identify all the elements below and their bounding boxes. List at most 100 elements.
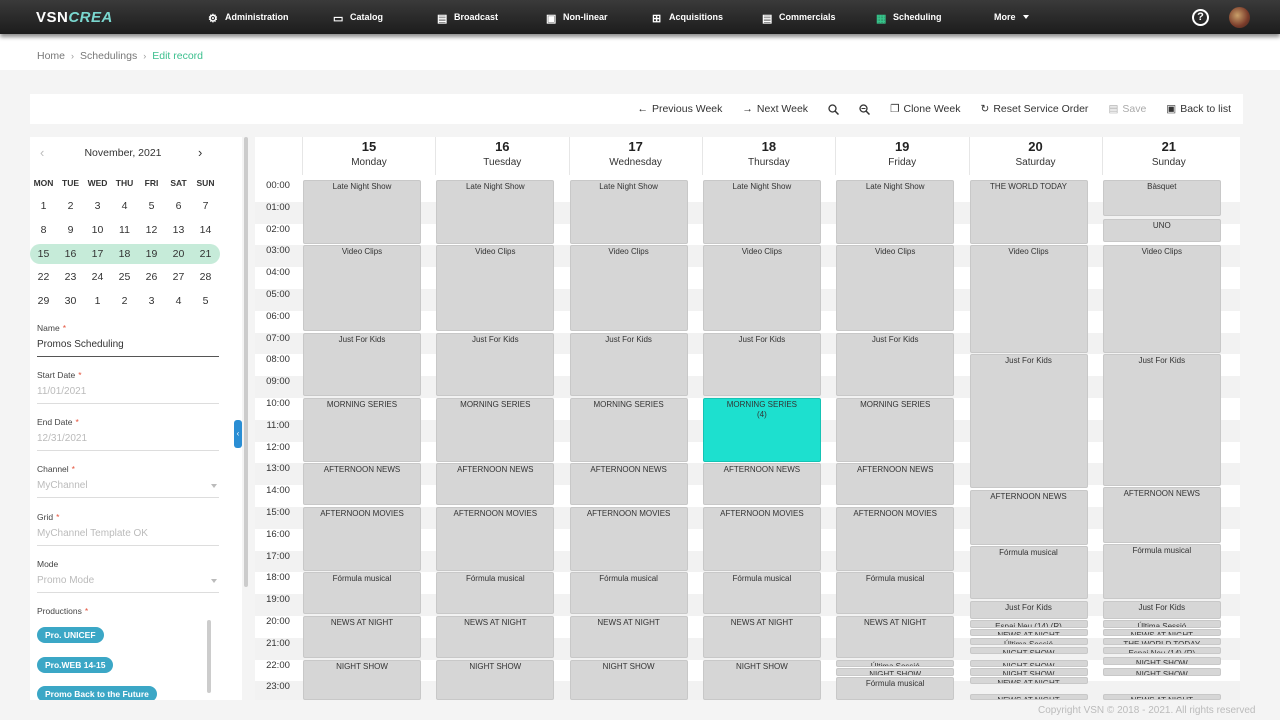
calendar-day[interactable]: 24 xyxy=(84,271,111,283)
program-block[interactable]: Fórmula musical xyxy=(836,572,955,615)
end-date-input[interactable]: 12/31/2021 xyxy=(37,433,219,451)
program-block[interactable]: Fórmula musical xyxy=(836,677,955,700)
nav-item-commercials[interactable]: ▤ Commercials xyxy=(762,0,836,34)
calendar-day[interactable]: 5 xyxy=(192,295,219,307)
calendar-day[interactable]: 23 xyxy=(57,271,84,283)
production-chip[interactable]: Promo Back to the Future xyxy=(37,686,157,700)
program-block[interactable]: Bàsquet xyxy=(1102,180,1221,216)
calendar-day[interactable]: 9 xyxy=(57,224,84,236)
zoom-in-button[interactable] xyxy=(828,103,840,115)
program-block[interactable]: Espai Neu (14) (R) xyxy=(1102,646,1221,654)
zoom-out-button[interactable] xyxy=(859,103,871,115)
calendar-day[interactable]: 16 xyxy=(57,248,84,260)
program-block[interactable]: AFTERNOON MOVIES xyxy=(702,507,821,571)
program-block[interactable]: NEWS AT NIGHT xyxy=(969,677,1088,685)
program-block[interactable]: NEWS AT NIGHT xyxy=(569,616,688,659)
production-chip[interactable]: Pro. UNICEF xyxy=(37,627,104,643)
program-block[interactable]: Video Clips xyxy=(702,245,821,332)
back-to-list-button[interactable]: ▣ Back to list xyxy=(1166,103,1231,115)
program-block[interactable]: Espai Neu (14) (R) xyxy=(969,620,1088,628)
grid-input[interactable]: MyChannel Template OK xyxy=(37,528,219,546)
program-block[interactable]: Just For Kids xyxy=(1102,354,1221,486)
calendar-day[interactable]: 14 xyxy=(192,224,219,236)
calendar-day[interactable]: 15 xyxy=(30,248,57,260)
user-avatar[interactable] xyxy=(1229,7,1250,28)
program-block[interactable]: NEWS AT NIGHT xyxy=(436,616,555,659)
calendar-week-row[interactable]: 15 16 17 18 19 20 21 xyxy=(30,243,220,264)
program-block[interactable]: NIGHT SHOW xyxy=(1102,668,1221,676)
calendar-day[interactable]: 11 xyxy=(111,224,138,236)
calendar-day[interactable]: 27 xyxy=(165,271,192,283)
calendar-day[interactable]: 20 xyxy=(165,248,192,260)
nav-item-catalog[interactable]: ▭ Catalog xyxy=(333,0,383,34)
next-week-button[interactable]: → Next Week xyxy=(742,103,808,115)
program-block[interactable]: Video Clips xyxy=(569,245,688,332)
program-block[interactable]: AFTERNOON NEWS xyxy=(969,489,1088,545)
program-block[interactable]: AFTERNOON MOVIES xyxy=(569,507,688,571)
previous-week-button[interactable]: ← Previous Week xyxy=(637,103,722,115)
program-block[interactable]: Just For Kids xyxy=(836,332,955,397)
nav-item-broadcast[interactable]: ▤ Broadcast xyxy=(437,0,498,34)
productions-scrollbar[interactable] xyxy=(207,620,211,693)
nav-item-administration[interactable]: ⚙ Administration xyxy=(208,0,289,34)
program-block[interactable]: NEWS AT NIGHT xyxy=(969,629,1088,637)
program-block[interactable]: Video Clips xyxy=(836,245,955,332)
program-block[interactable]: NIGHT SHOW xyxy=(569,659,688,700)
program-block[interactable]: NIGHT SHOW xyxy=(702,659,821,700)
program-block[interactable]: Video Clips xyxy=(436,245,555,332)
mode-select[interactable]: Promo Mode xyxy=(37,575,219,593)
calendar-day[interactable]: 2 xyxy=(111,295,138,307)
program-block[interactable]: AFTERNOON MOVIES xyxy=(303,507,421,571)
program-block[interactable]: Late Night Show xyxy=(436,180,555,244)
reset-service-order-button[interactable]: ↻ Reset Service Order xyxy=(981,103,1089,115)
breadcrumb-schedulings[interactable]: Schedulings xyxy=(80,50,137,62)
help-icon[interactable]: ? xyxy=(1192,9,1209,26)
program-block[interactable]: NIGHT SHOW xyxy=(303,659,421,700)
calendar-day[interactable]: 29 xyxy=(30,295,57,307)
calendar-day[interactable]: 10 xyxy=(84,224,111,236)
calendar-day[interactable]: 25 xyxy=(111,271,138,283)
program-block[interactable]: NIGHT SHOW xyxy=(969,659,1088,667)
program-block[interactable]: Última Sessió xyxy=(1102,620,1221,628)
calendar-day[interactable]: 3 xyxy=(84,200,111,212)
calendar-day[interactable]: 18 xyxy=(111,248,138,260)
program-block[interactable]: MORNING SERIES xyxy=(836,398,955,462)
program-block[interactable]: MORNING SERIES xyxy=(303,398,421,462)
calendar-week-row[interactable]: 22 23 24 25 26 27 28 xyxy=(30,266,220,290)
save-button[interactable]: ▤ Save xyxy=(1108,103,1146,115)
program-block[interactable]: Late Night Show xyxy=(569,180,688,244)
program-block[interactable]: Fórmula musical xyxy=(1102,544,1221,600)
program-block[interactable]: Video Clips xyxy=(969,245,1088,353)
calendar-day[interactable]: 30 xyxy=(57,295,84,307)
program-block[interactable]: NIGHT SHOW xyxy=(436,659,555,700)
program-block[interactable]: NEWS AT NIGHT xyxy=(836,616,955,659)
program-block[interactable]: NIGHT SHOW xyxy=(836,668,955,676)
nav-item-more[interactable]: More xyxy=(994,0,1029,34)
program-block[interactable]: Fórmula musical xyxy=(969,546,1088,600)
program-block[interactable]: THE WORLD TODAY xyxy=(969,180,1088,244)
calendar-day[interactable]: 12 xyxy=(138,224,165,236)
program-block[interactable]: THE WORLD TODAY xyxy=(1102,637,1221,646)
calendar-day[interactable]: 4 xyxy=(111,200,138,212)
program-block[interactable]: AFTERNOON MOVIES xyxy=(836,507,955,571)
calendar-day[interactable]: 1 xyxy=(84,295,111,307)
calendar-day[interactable]: 13 xyxy=(165,224,192,236)
program-block[interactable]: Just For Kids xyxy=(436,332,555,397)
program-block[interactable]: Fórmula musical xyxy=(702,572,821,615)
calendar-day[interactable]: 21 xyxy=(192,248,219,260)
program-block[interactable]: MORNING SERIES xyxy=(436,398,555,462)
program-block[interactable]: NIGHT SHOW xyxy=(969,646,1088,654)
calendar-day[interactable]: 5 xyxy=(138,200,165,212)
calendar-day[interactable]: 17 xyxy=(84,248,111,260)
start-date-input[interactable]: 11/01/2021 xyxy=(37,386,219,404)
program-block[interactable]: MORNING SERIES xyxy=(569,398,688,462)
program-block[interactable]: Late Night Show xyxy=(702,180,821,244)
program-block[interactable]: Última Sessió xyxy=(969,637,1088,646)
nav-item-acquisitions[interactable]: ⊞ Acquisitions xyxy=(652,0,723,34)
calendar-day[interactable]: 22 xyxy=(30,271,57,283)
program-block[interactable]: Video Clips xyxy=(1102,245,1221,353)
program-block[interactable]: AFTERNOON NEWS xyxy=(836,463,955,506)
production-chip[interactable]: Pro.WEB 14-15 xyxy=(37,657,114,673)
calendar-week-row[interactable]: 29 30 1 2 3 4 5 xyxy=(30,289,220,313)
calendar-day[interactable]: 6 xyxy=(165,200,192,212)
